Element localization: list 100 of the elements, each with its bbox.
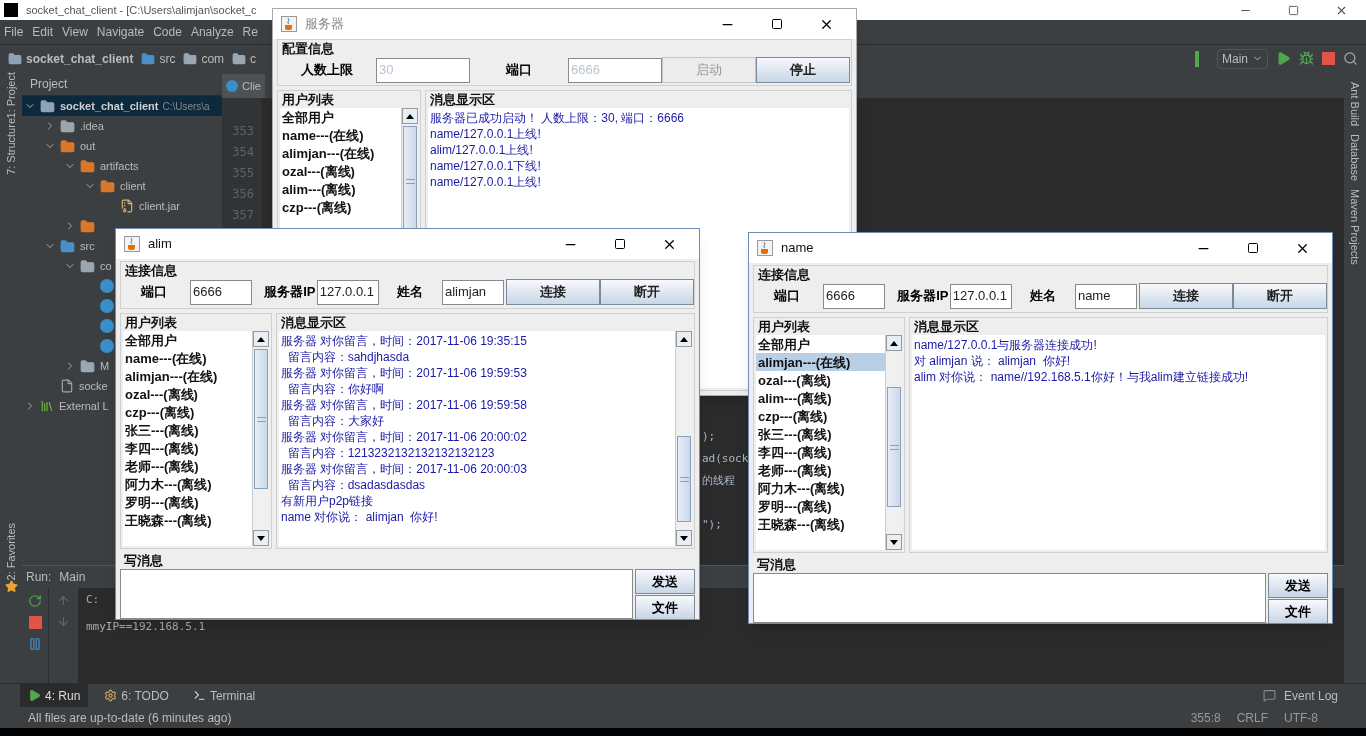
event-log-button[interactable]: Event Log (1283, 686, 1338, 705)
tool-window-tab[interactable]: 7: Structure (0, 118, 28, 176)
input-field[interactable]: 6666 (823, 283, 886, 309)
send-button[interactable]: 发送 (635, 569, 695, 594)
user-list-item[interactable]: name---(在线) (280, 126, 401, 144)
menu-item[interactable]: Edit (32, 23, 54, 41)
tree-item[interactable]: out (80, 137, 96, 155)
user-list-item[interactable]: czp---(离线) (280, 198, 401, 216)
user-list-item[interactable]: ozal---(离线) (280, 162, 401, 180)
scrollbar[interactable] (675, 331, 692, 546)
line-separator[interactable]: CRLF (1236, 708, 1268, 727)
user-list-item[interactable]: 老师---(离线) (756, 461, 885, 479)
tool-window-tab[interactable]: 2: Favorites (0, 522, 28, 580)
tree-item[interactable]: M (100, 357, 110, 375)
run-icon[interactable] (1276, 51, 1291, 66)
menu-item[interactable]: File (4, 23, 24, 41)
stop-icon[interactable] (28, 616, 42, 629)
user-list-item[interactable]: 阿力木---(离线) (123, 475, 252, 493)
input-field[interactable]: name (1074, 283, 1137, 309)
panel-title[interactable]: Project (30, 74, 68, 93)
user-list-item[interactable]: ozal---(离线) (123, 385, 252, 403)
user-list-item[interactable]: ozal---(离线) (756, 371, 885, 389)
down-arrow-icon[interactable] (257, 535, 265, 541)
breadcrumb[interactable]: socket_chat_client (26, 49, 134, 68)
run-config-dropdown[interactable]: Main (1217, 48, 1268, 69)
scrollbar[interactable] (252, 331, 269, 546)
tool-tab[interactable]: Terminal (184, 683, 264, 708)
tree-item[interactable]: src (80, 237, 95, 255)
tree-item[interactable]: socke (79, 377, 108, 395)
user-list-item[interactable]: 王晓森---(离线) (756, 515, 885, 533)
user-list-item[interactable]: alimjan---(在线) (756, 353, 885, 371)
user-list-item[interactable]: 张三---(离线) (756, 425, 885, 443)
up-arrow-icon[interactable] (680, 336, 688, 342)
down-arrow-icon[interactable] (890, 539, 898, 545)
user-list-item[interactable]: 罗明---(离线) (123, 493, 252, 511)
input-field[interactable]: alimjan (441, 279, 504, 305)
menu-item[interactable]: View (62, 23, 88, 41)
breadcrumb[interactable]: com (201, 49, 225, 68)
menu-item[interactable]: Re (242, 23, 258, 41)
user-list-item[interactable]: 老师---(离线) (123, 457, 252, 475)
menu-item[interactable]: Analyze (190, 23, 234, 41)
server-button[interactable]: 停止 (756, 57, 850, 83)
tool-tab[interactable]: 6: TODO (96, 683, 177, 708)
pause-icon[interactable] (28, 637, 42, 651)
file-button[interactable]: 文件 (1268, 599, 1328, 624)
tree-item[interactable]: artifacts (100, 157, 139, 175)
input-field[interactable]: 6666 (190, 279, 253, 305)
up-arrow-icon[interactable] (257, 336, 265, 342)
user-list-item[interactable]: czp---(离线) (756, 407, 885, 425)
maximize-icon[interactable] (614, 238, 626, 250)
user-list-item[interactable]: 王晓森---(离线) (123, 511, 252, 529)
user-list-item[interactable]: 罗明---(离线) (756, 497, 885, 515)
tree-item[interactable]: External L (59, 397, 109, 415)
user-list-item[interactable]: alimjan---(在线) (280, 144, 401, 162)
menu-item[interactable]: Navigate (96, 23, 145, 41)
maximize-icon[interactable] (1247, 242, 1259, 254)
user-list-item[interactable]: czp---(离线) (123, 403, 252, 421)
user-list-item[interactable]: 李四---(离线) (123, 439, 252, 457)
menu-item[interactable]: Code (153, 23, 182, 41)
debug-icon[interactable] (1299, 51, 1314, 66)
up-arrow-icon[interactable] (890, 340, 898, 346)
user-list-item[interactable]: 张三---(离线) (123, 421, 252, 439)
tree-item[interactable]: socket_chat_client (60, 97, 159, 115)
user-list-item[interactable]: 阿力木---(离线) (756, 479, 885, 497)
user-list-item[interactable]: alimjan---(在线) (123, 367, 252, 385)
tree-item[interactable]: client.jar (139, 197, 180, 215)
user-list-item[interactable]: 全部用户 (756, 335, 885, 353)
maximize-icon[interactable] (771, 18, 783, 30)
search-icon[interactable] (1343, 51, 1358, 66)
input-field[interactable]: 127.0.0.1 (949, 283, 1012, 309)
tool-window-tab[interactable]: Ant Build (1346, 82, 1364, 127)
tool-tab[interactable]: 4: Run (20, 683, 89, 708)
breadcrumb[interactable]: c (250, 49, 257, 68)
rerun-icon[interactable] (28, 594, 42, 608)
message-input[interactable] (120, 569, 633, 619)
breadcrumb[interactable]: src (159, 49, 176, 68)
user-list-item[interactable]: alim---(离线) (280, 180, 401, 198)
down-arrow-icon[interactable] (680, 535, 688, 541)
input-field[interactable]: 127.0.0.1 (316, 279, 379, 305)
send-button[interactable]: 发送 (1268, 573, 1328, 598)
file-button[interactable]: 文件 (635, 595, 695, 620)
tool-window-tab[interactable]: Maven Projects (1346, 189, 1364, 265)
tree-item[interactable]: .idea (80, 117, 104, 135)
cursor-position[interactable]: 355:8 (1190, 708, 1221, 727)
scrollbar[interactable] (885, 335, 902, 550)
connect-button[interactable]: 连接 (1139, 283, 1233, 309)
editor-tab[interactable]: Clie (222, 74, 265, 98)
tool-window-tab[interactable]: 1: Project (0, 72, 28, 119)
up-arrow-icon[interactable] (406, 113, 414, 119)
user-list-item[interactable]: alim---(离线) (756, 389, 885, 407)
tree-item[interactable]: client (120, 177, 146, 195)
disconnect-button[interactable]: 断开 (1233, 283, 1327, 309)
file-encoding[interactable]: UTF-8 (1284, 708, 1318, 727)
user-list-item[interactable]: 李四---(离线) (756, 443, 885, 461)
message-input[interactable] (753, 573, 1266, 623)
user-list-item[interactable]: 全部用户 (280, 108, 401, 126)
run-tab[interactable]: Main (59, 568, 86, 586)
connect-button[interactable]: 连接 (506, 279, 600, 305)
user-list-item[interactable]: 全部用户 (123, 331, 252, 349)
tree-item[interactable]: co (100, 257, 112, 275)
